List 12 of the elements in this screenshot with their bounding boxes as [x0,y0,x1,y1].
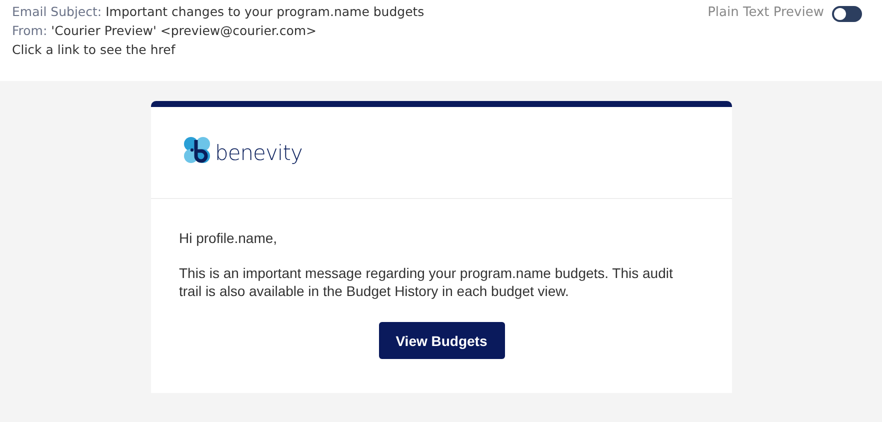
logo-wordmark: benevity [215,140,302,164]
greeting: Hi profile.name, [179,229,278,247]
subject-label: Email Subject: [12,4,102,19]
from-label: From: [12,23,48,38]
toggle-label: Plain Text Preview [708,4,824,22]
plain-text-toggle[interactable] [832,6,862,22]
logo-icon [183,136,213,164]
email-subject: Important changes to your program.name budgets [106,4,424,19]
message-text: This is an important message regarding your program.name budgets. This audit trail is also available in the Budget History in each budget view. [179,264,674,300]
sender: 'Courier Preview' <preview@courier.com> [51,23,317,38]
link-hint: Click a link to see the href [12,42,176,57]
view-budgets-button[interactable]: View Budgets [378,322,504,359]
